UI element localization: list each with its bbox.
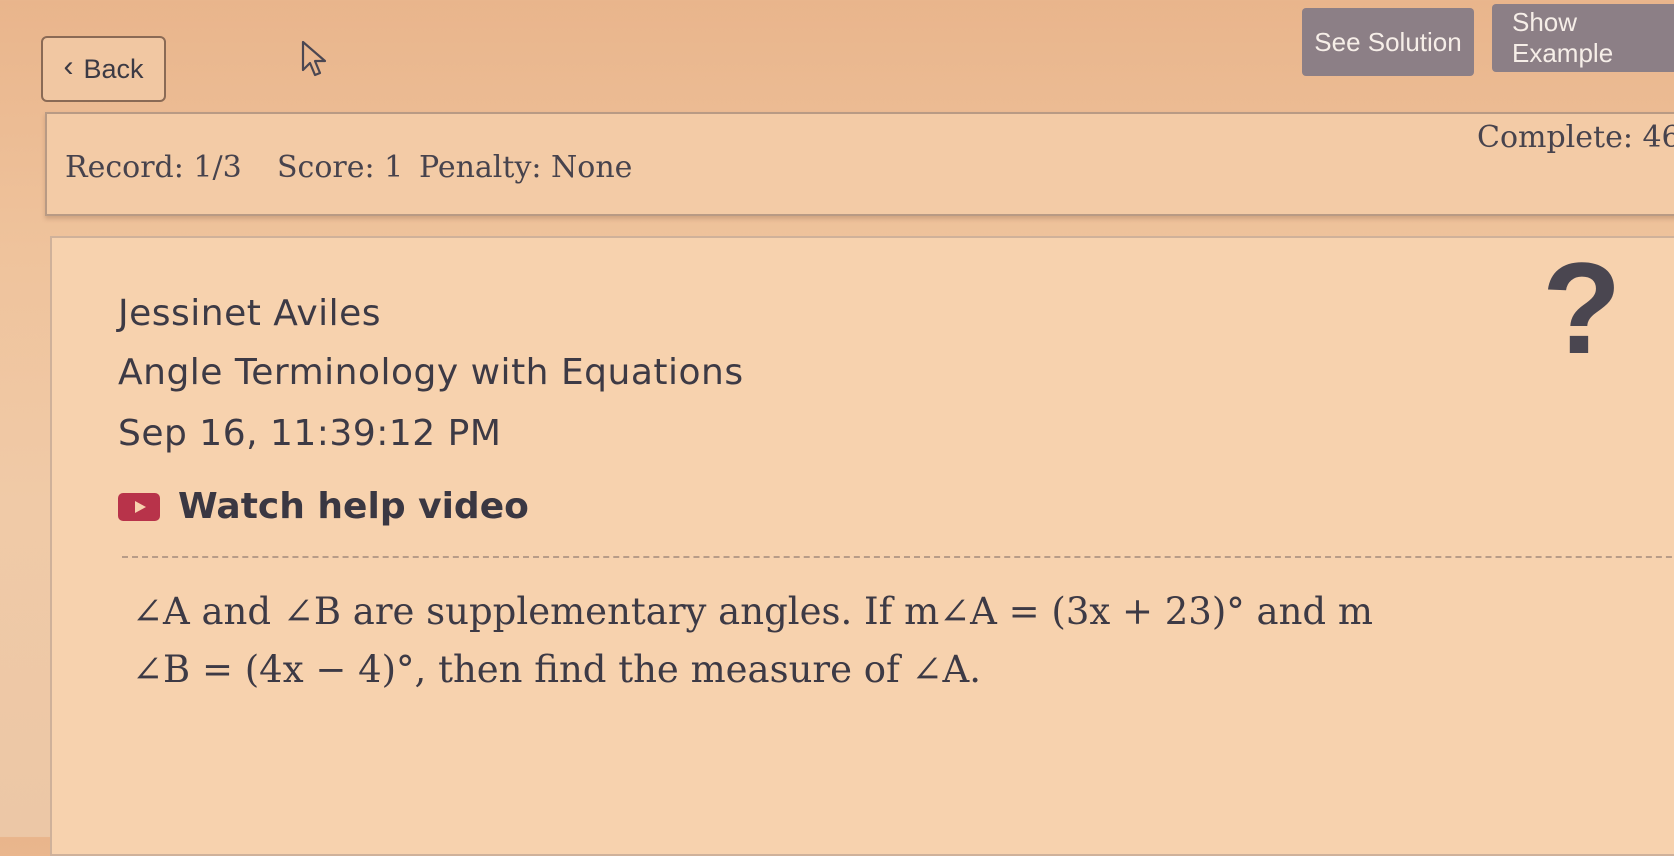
record-value: Record: 1/3 [65, 150, 242, 185]
back-button-label: Back [83, 53, 144, 84]
section-divider [122, 556, 1674, 558]
assignment-title: Angle Terminology with Equations [118, 352, 744, 393]
completion-value: Complete: 46% [1477, 120, 1674, 155]
score-value: Score: 1 [277, 150, 404, 185]
problem-card: Jessinet Aviles Angle Terminology with E… [50, 236, 1674, 856]
see-solution-button[interactable]: See Solution [1302, 8, 1474, 76]
problem-statement: ∠A and ∠B are supplementary angles. If m… [132, 583, 1462, 699]
help-video-label: Watch help video [178, 486, 529, 527]
help-video-link[interactable]: Watch help video [118, 486, 529, 527]
penalty-value: Penalty: None [419, 150, 633, 185]
record-bar: Record: 1/3 Score: 1 Penalty: None Compl… [45, 112, 1674, 216]
show-example-button[interactable]: Show Example [1492, 4, 1674, 72]
timestamp: Sep 16, 11:39:12 PM [118, 413, 502, 454]
back-button[interactable]: ‹ Back [41, 36, 166, 102]
mouse-cursor-icon [301, 40, 327, 77]
problem-line-2: ∠B = (4x − 4)°, then find the measure of… [132, 648, 981, 691]
problem-line-1: ∠A and ∠B are supplementary angles. If m… [132, 590, 1373, 633]
video-play-icon [118, 492, 160, 521]
student-name: Jessinet Aviles [118, 293, 382, 334]
chevron-left-icon: ‹ [63, 50, 74, 83]
question-mark-icon[interactable]: ? [1542, 243, 1621, 373]
